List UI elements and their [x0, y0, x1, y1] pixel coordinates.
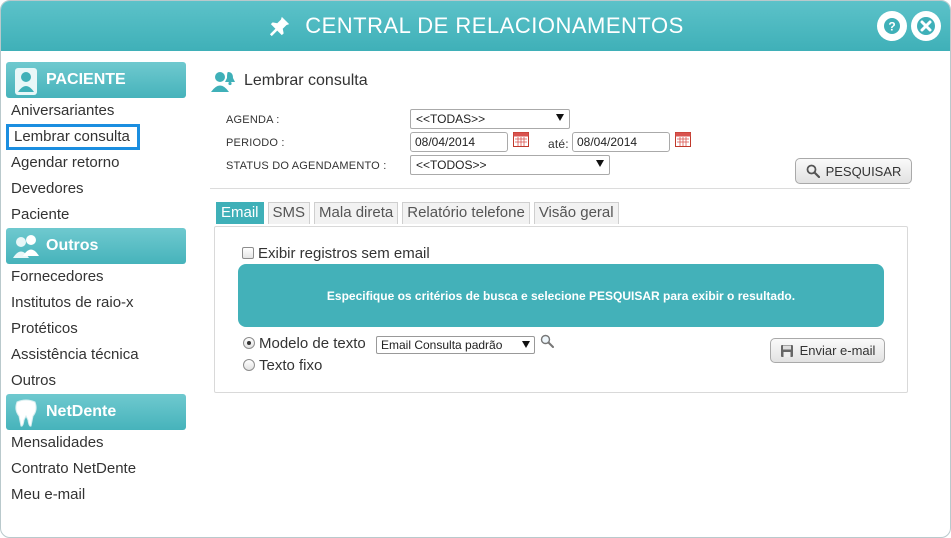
main-window: CENTRAL DE RELACIONAMENTOS ? PACIENTE An… — [0, 0, 951, 538]
periodo-from-input[interactable]: 08/04/2014 — [410, 132, 508, 152]
status-select-value: <<TODOS>> — [416, 158, 487, 172]
tab-relatorio-telefone[interactable]: Relatório telefone — [402, 202, 530, 224]
sidebar-section-title: PACIENTE — [46, 71, 126, 88]
info-message: Especifique os critérios de busca e sele… — [326, 288, 796, 303]
page-header: Lembrar consulta — [210, 67, 368, 95]
sidebar-item-meu-email[interactable]: Meu e-mail — [1, 482, 191, 508]
periodo-to-input[interactable]: 08/04/2014 — [572, 132, 670, 152]
sidebar-item-devedores[interactable]: Devedores — [1, 176, 191, 202]
section-divider — [210, 188, 910, 189]
agenda-select-value: <<TODAS>> — [416, 112, 486, 126]
chevron-down-icon — [596, 160, 604, 167]
close-button[interactable] — [911, 11, 941, 41]
calendar-icon[interactable] — [513, 132, 529, 147]
tab-sms[interactable]: SMS — [267, 202, 311, 224]
help-button[interactable]: ? — [877, 11, 907, 41]
tab-mala-direta[interactable]: Mala direta — [314, 202, 399, 224]
info-message-box: Especifique os critérios de busca e sele… — [238, 264, 884, 327]
email-panel: Exibir registros sem email Especifique o… — [214, 226, 908, 393]
search-icon — [806, 164, 820, 178]
sidebar-item-institutos-raio-x[interactable]: Institutos de raio-x — [1, 290, 191, 316]
help-icon: ? — [884, 18, 900, 34]
sidebar-section-title: NetDente — [46, 403, 117, 420]
sidebar-item-agendar-retorno[interactable]: Agendar retorno — [1, 150, 191, 176]
sidebar-item-paciente[interactable]: Paciente — [1, 202, 191, 228]
template-text-label: Modelo de texto — [259, 335, 366, 352]
sidebar-section-paciente[interactable]: PACIENTE — [6, 62, 186, 98]
reminder-icon — [211, 72, 235, 92]
close-icon — [917, 17, 935, 35]
sidebar-section-outros[interactable]: Outros — [6, 228, 186, 264]
template-text-radio[interactable] — [243, 337, 255, 349]
sidebar-item-lembrar-consulta[interactable]: Lembrar consulta — [6, 124, 140, 150]
chevron-down-icon — [556, 114, 564, 121]
show-without-email-label: Exibir registros sem email — [258, 245, 430, 262]
fixed-text-label: Texto fixo — [259, 357, 323, 374]
sidebar-item-mensalidades[interactable]: Mensalidades — [1, 430, 191, 456]
svg-text:?: ? — [888, 20, 895, 34]
patient-icon — [15, 68, 37, 95]
sidebar-item-assistencia-tecnica[interactable]: Assistência técnica — [1, 342, 191, 368]
status-label: STATUS DO AGENDAMENTO : — [226, 160, 387, 172]
tab-visao-geral[interactable]: Visão geral — [533, 202, 619, 224]
ate-label: até: — [548, 137, 569, 151]
fixed-text-radio[interactable] — [243, 359, 255, 371]
search-button-label: PESQUISAR — [825, 163, 902, 179]
sidebar-item-fornecedores[interactable]: Fornecedores — [1, 264, 191, 290]
title-wrap: CENTRAL DE RELACIONAMENTOS — [1, 1, 950, 51]
send-email-button-label: Enviar e-mail — [799, 343, 876, 358]
tooth-icon — [15, 399, 37, 427]
periodo-label: PERIODO : — [226, 137, 285, 149]
sidebar: PACIENTE Aniversariantes Lembrar consult… — [1, 62, 191, 508]
group-icon — [13, 235, 39, 258]
send-email-button[interactable]: Enviar e-mail — [770, 338, 885, 363]
sidebar-section-netdente[interactable]: NetDente — [6, 394, 186, 430]
pin-icon — [270, 16, 290, 37]
sidebar-item-proteticos[interactable]: Protéticos — [1, 316, 191, 342]
status-select[interactable]: <<TODOS>> — [410, 155, 610, 175]
agenda-label: AGENDA : — [226, 114, 280, 126]
magnifier-icon[interactable] — [540, 334, 554, 348]
sidebar-section-title: Outros — [46, 237, 99, 254]
sidebar-item-outros[interactable]: Outros — [1, 368, 191, 394]
sidebar-item-contrato-netdente[interactable]: Contrato NetDente — [1, 456, 191, 482]
show-without-email-checkbox[interactable] — [242, 247, 254, 259]
save-icon — [780, 344, 793, 357]
page-title: Lembrar consulta — [244, 72, 368, 89]
sidebar-item-aniversariantes[interactable]: Aniversariantes — [1, 98, 191, 124]
tab-bar: Email SMS Mala direta Relatório telefone… — [216, 202, 623, 224]
chevron-down-icon — [522, 341, 530, 348]
agenda-select[interactable]: <<TODAS>> — [410, 109, 570, 129]
window-title: CENTRAL DE RELACIONAMENTOS — [305, 13, 684, 38]
template-select[interactable]: Email Consulta padrão — [376, 336, 535, 354]
calendar-icon[interactable] — [675, 132, 691, 147]
template-select-value: Email Consulta padrão — [381, 338, 503, 352]
search-button[interactable]: PESQUISAR — [795, 158, 912, 184]
tab-email[interactable]: Email — [216, 202, 264, 224]
